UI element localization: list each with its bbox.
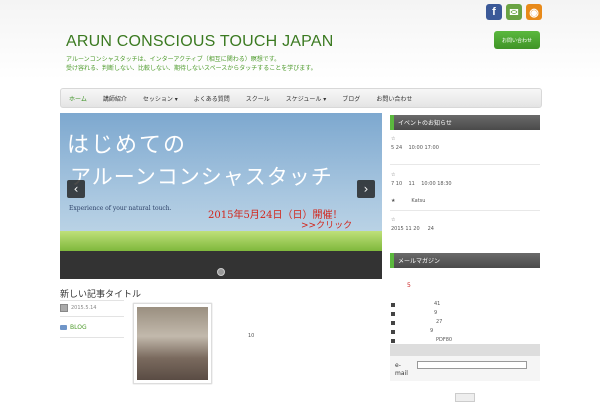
facebook-icon[interactable]: f — [486, 4, 502, 20]
bullet-square-icon — [391, 339, 395, 343]
hero-slider[interactable]: はじめての アルーンコンシャスタッチ Experience of your na… — [60, 113, 382, 279]
slide-grass-image — [60, 231, 382, 251]
slide-click-link[interactable]: >>クリック — [301, 218, 352, 231]
site-tagline: アルーンコンシャスタッチは、インターアクティブ（相互に関わる）瞑想です。 受け容… — [66, 55, 317, 73]
email-submit-button[interactable] — [455, 393, 475, 402]
nav-item-home[interactable]: ホーム — [61, 89, 95, 107]
subscribe-bar — [390, 344, 540, 355]
widget-divider — [390, 164, 540, 165]
newsletter-item: 9 — [434, 310, 438, 316]
bullet-square-icon — [391, 321, 395, 325]
nav-item-contact[interactable]: お問い合わせ — [368, 89, 420, 107]
group-photo — [137, 307, 208, 380]
nav-item-schedule[interactable]: スケジュール ▾ — [278, 89, 335, 107]
social-links: f ✉ ◉ — [486, 4, 542, 20]
newsletter-item: 41 — [434, 301, 441, 307]
site-title[interactable]: ARUN CONSCIOUS TOUCH JAPAN — [66, 33, 333, 51]
post-thumbnail[interactable] — [133, 303, 212, 384]
event-bullet: ☆ — [391, 217, 396, 223]
slider-next-arrow-icon[interactable]: › — [357, 180, 375, 198]
nav-item-school[interactable]: スクール — [238, 89, 278, 107]
slide-heading-line-1: はじめての — [67, 133, 188, 158]
event-bullet: ☆ — [391, 136, 396, 142]
event-bullet: ☆ — [391, 172, 396, 178]
email-input[interactable] — [417, 361, 527, 369]
post-title[interactable]: 新しい記事タイトル — [60, 287, 141, 300]
mail-icon[interactable]: ✉ — [506, 4, 522, 20]
contact-button[interactable]: お問い合わせ — [494, 31, 540, 49]
slider-dot[interactable] — [217, 268, 225, 276]
post-date-text: 2015.5.14 — [71, 305, 97, 311]
tagline-line-2: 受け容れる、判断しない、比較しない、期待しないスペースからタッチすることを学びま… — [66, 65, 317, 72]
widget-divider — [390, 210, 540, 211]
event-text: 2015 11 20 24 — [391, 226, 434, 232]
nav-item-instructor[interactable]: 講師紹介 — [95, 89, 135, 107]
post-divider — [60, 337, 124, 338]
post-divider — [60, 300, 124, 301]
calendar-icon — [60, 304, 68, 312]
widget-title-events: イベントのお知らせ — [390, 115, 540, 130]
event-text: 5 24 10:00 17:00 — [391, 145, 439, 151]
event-text: ★ Katsu — [391, 198, 425, 204]
post-category[interactable]: BLOG — [60, 324, 87, 331]
tagline-line-1: アルーンコンシャスタッチは、インターアクティブ（相互に関わる）瞑想です。 — [66, 56, 281, 63]
nav-item-blog[interactable]: ブログ — [334, 89, 368, 107]
bullet-square-icon — [391, 312, 395, 316]
slider-prev-arrow-icon[interactable]: ‹ — [67, 180, 85, 198]
post-excerpt: 10 — [248, 333, 255, 339]
rss-icon[interactable]: ◉ — [526, 4, 542, 20]
post-divider — [60, 316, 124, 317]
widget-title-newsletter: メールマガジン — [390, 253, 540, 268]
bullet-square-icon — [391, 303, 395, 307]
nav-item-faq[interactable]: よくある質問 — [186, 89, 238, 107]
post-category-label[interactable]: BLOG — [70, 324, 87, 331]
post-date: 2015.5.14 — [60, 304, 96, 312]
event-text-katsu: Katsu — [395, 198, 426, 204]
email-label: e-mail — [395, 362, 408, 377]
bullet-square-icon — [391, 330, 395, 334]
event-text: 7 10 11 10:00 18:30 — [391, 181, 452, 187]
slide-subtitle: Experience of your natural touch. — [69, 205, 172, 212]
folder-icon — [60, 325, 67, 330]
nav-item-session[interactable]: セッション ▾ — [135, 89, 186, 107]
newsletter-item: 27 — [436, 319, 443, 325]
newsletter-item: 9 — [430, 328, 434, 334]
newsletter-item: PDF80 — [436, 337, 453, 343]
main-nav: ホーム 講師紹介 セッション ▾ よくある質問 スクール スケジュール ▾ ブロ… — [60, 88, 542, 108]
newsletter-count: 5 — [407, 282, 411, 289]
slide-heading-line-2: アルーンコンシャスタッチ — [70, 165, 333, 189]
